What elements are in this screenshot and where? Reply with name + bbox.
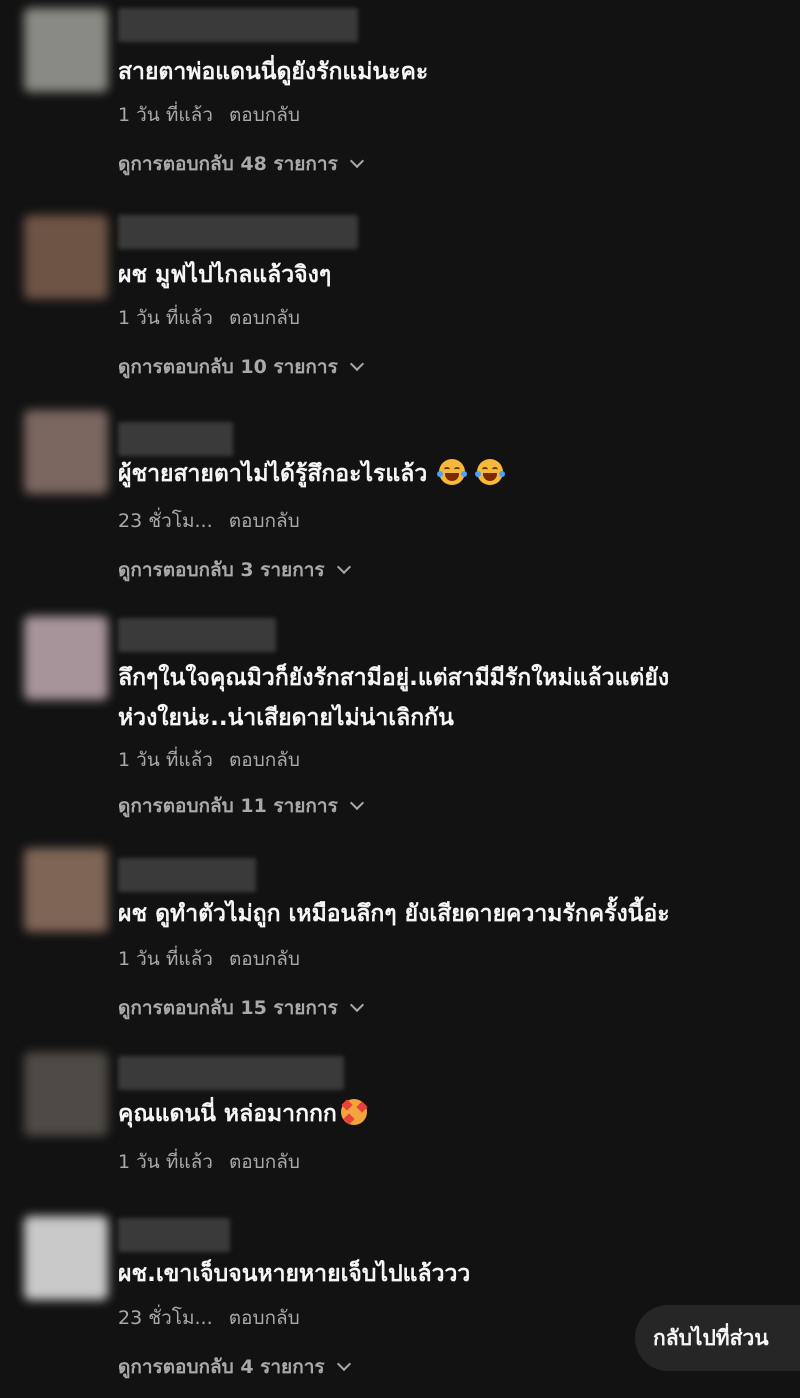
comment-text: ลึกๆในใจคุณมิวก็ยังรักสามีอยู่.แต่สามีมี…: [118, 665, 670, 731]
reply-button[interactable]: ตอบกลับ: [229, 307, 300, 329]
view-replies-button[interactable]: ดูการตอบกลับ 10 รายการ: [118, 352, 364, 382]
commenter-name-blurred[interactable]: [118, 8, 358, 42]
view-replies-label: ดูการตอบกลับ 3 รายการ: [118, 559, 325, 581]
view-replies-label: ดูการตอบกลับ 4 รายการ: [118, 1356, 325, 1378]
chevron-down-icon: [336, 1356, 351, 1372]
comment-text: ผช ดูทำตัวไม่ถูก เหมือนลึกๆ ยังเสียดายคว…: [118, 901, 670, 927]
view-replies-button[interactable]: ดูการตอบกลับ 3 รายการ: [118, 555, 351, 585]
commenter-name-blurred[interactable]: [118, 618, 276, 652]
comment-text: ผช.เขาเจ็บจนหายหายเจ็บไปแล้ววว: [118, 1261, 471, 1287]
comment-meta: 1 วัน ที่แล้ว ตอบกลับ: [118, 745, 310, 775]
laugh-crying-icon: [437, 459, 468, 485]
avatar[interactable]: [24, 616, 108, 700]
comment-text: สายตาพ่อแดนนี่ดูยังรักแม่นะคะ: [118, 59, 429, 85]
commenter-name-blurred[interactable]: [118, 1218, 230, 1252]
avatar[interactable]: [24, 215, 108, 299]
comment-text: ผช มูฟไปไกลแล้วจิงๆ: [118, 262, 332, 288]
avatar[interactable]: [24, 1052, 108, 1136]
comment-timestamp: 23 ชั่วโม...: [118, 1307, 213, 1329]
view-replies-label: ดูการตอบกลับ 15 รายการ: [118, 997, 338, 1019]
view-replies-label: ดูการตอบกลับ 48 รายการ: [118, 153, 338, 175]
reply-button[interactable]: ตอบกลับ: [229, 948, 300, 970]
reply-button[interactable]: ตอบกลับ: [229, 1151, 300, 1173]
commenter-name-blurred[interactable]: [118, 858, 256, 892]
chevron-down-icon: [349, 153, 364, 169]
comment-meta: 23 ชั่วโม... ตอบกลับ: [118, 506, 310, 536]
comment-meta: 23 ชั่วโม... ตอบกลับ: [118, 1303, 310, 1333]
chevron-down-icon: [349, 997, 364, 1013]
view-replies-button[interactable]: ดูการตอบกลับ 4 รายการ: [118, 1352, 351, 1382]
comment-text-body: คุณแดนนี่ หล่อมากกก: [118, 1101, 337, 1127]
view-replies-button[interactable]: ดูการตอบกลับ 48 รายการ: [118, 149, 364, 179]
avatar[interactable]: [24, 848, 108, 932]
reply-button[interactable]: ตอบกลับ: [229, 749, 300, 771]
laugh-crying-icon: [475, 459, 506, 485]
avatar[interactable]: [24, 8, 108, 92]
smiling-face-with-hearts-icon: [340, 1099, 368, 1125]
comment-timestamp: 1 วัน ที่แล้ว: [118, 749, 213, 771]
comment-meta: 1 วัน ที่แล้ว ตอบกลับ: [118, 944, 310, 974]
comment-meta: 1 วัน ที่แล้ว ตอบกลับ: [118, 303, 310, 333]
comment-timestamp: 1 วัน ที่แล้ว: [118, 307, 213, 329]
comment-meta: 1 วัน ที่แล้ว ตอบกลับ: [118, 100, 310, 130]
view-replies-label: ดูการตอบกลับ 10 รายการ: [118, 356, 338, 378]
view-replies-button[interactable]: ดูการตอบกลับ 11 รายการ: [118, 791, 364, 821]
avatar[interactable]: [24, 1216, 108, 1300]
view-replies-button[interactable]: ดูการตอบกลับ 15 รายการ: [118, 993, 364, 1023]
comment-text: คุณแดนนี่ หล่อมากกก: [118, 1094, 768, 1134]
back-to-section-button[interactable]: กลับไปที่ส่วน: [635, 1305, 800, 1371]
comment-meta: 1 วัน ที่แล้ว ตอบกลับ: [118, 1147, 310, 1177]
comment-timestamp: 1 วัน ที่แล้ว: [118, 948, 213, 970]
reply-button[interactable]: ตอบกลับ: [229, 1307, 300, 1329]
reply-button[interactable]: ตอบกลับ: [229, 510, 300, 532]
commenter-name-blurred[interactable]: [118, 422, 233, 456]
chevron-down-icon: [336, 559, 351, 575]
view-replies-label: ดูการตอบกลับ 11 รายการ: [118, 795, 338, 817]
comment-list: สายตาพ่อแดนนี่ดูยังรักแม่นะคะ 1 วัน ที่แ…: [0, 0, 800, 1398]
comment-text-body: ผู้ชายสายตาไม่ได้รู้สึกอะไรแล้ว: [118, 461, 428, 487]
comment-timestamp: 23 ชั่วโม...: [118, 510, 213, 532]
reply-button[interactable]: ตอบกลับ: [229, 104, 300, 126]
comment-text: ผู้ชายสายตาไม่ได้รู้สึกอะไรแล้ว: [118, 454, 768, 494]
comment-timestamp: 1 วัน ที่แล้ว: [118, 1151, 213, 1173]
comment-timestamp: 1 วัน ที่แล้ว: [118, 104, 213, 126]
commenter-name-blurred[interactable]: [118, 1056, 344, 1090]
commenter-name-blurred[interactable]: [118, 215, 358, 249]
chevron-down-icon: [349, 795, 364, 811]
chevron-down-icon: [349, 356, 364, 372]
avatar[interactable]: [24, 410, 108, 494]
